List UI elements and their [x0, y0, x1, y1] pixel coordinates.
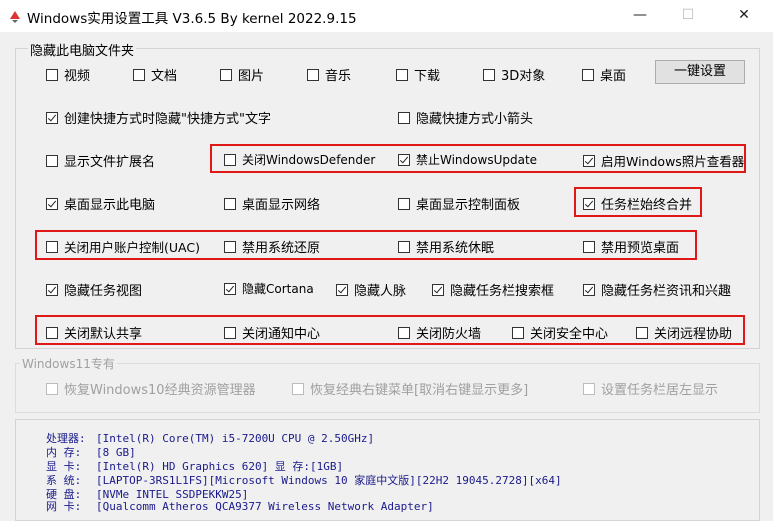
one-click-setup-button[interactable]: 一键设置: [655, 60, 745, 84]
hide-task-view-checkbox[interactable]: 隐藏任务视图: [46, 280, 142, 299]
disable-windows-update-checkbox[interactable]: 禁止WindowsUpdate: [398, 151, 537, 168]
close-button[interactable]: ✕: [720, 0, 768, 32]
checkbox-icon: [398, 197, 410, 210]
checkbox-icon: [46, 382, 58, 395]
checkbox-icon: [396, 68, 408, 81]
win11-group-title: Windows11专有: [20, 355, 117, 372]
checkbox-icon: [483, 68, 495, 81]
checkbox-icon: [46, 154, 58, 167]
checkbox-icon: [133, 68, 145, 81]
checkbox-icon: [582, 68, 594, 81]
disable-system-restore-checkbox[interactable]: 禁用系统还原: [224, 237, 320, 256]
checkbox-icon: [583, 240, 595, 253]
checkbox-checked-icon: [224, 282, 236, 295]
taskbar-always-combine-checkbox[interactable]: 任务栏始终合并: [583, 194, 692, 213]
folder-music-checkbox[interactable]: 音乐: [307, 65, 351, 84]
checkbox-checked-icon: [583, 283, 595, 296]
hide-folders-group-title: 隐藏此电脑文件夹: [28, 40, 137, 59]
disable-defender-checkbox[interactable]: 关闭WindowsDefender: [224, 151, 375, 168]
folder-desktop-checkbox[interactable]: 桌面: [582, 65, 626, 84]
folder-pictures-checkbox[interactable]: 图片: [220, 65, 264, 84]
restore-win10-explorer-checkbox: 恢复Windows10经典资源管理器: [46, 379, 256, 398]
enable-photo-viewer-checkbox[interactable]: 启用Windows照片查看器: [583, 151, 744, 170]
disable-remote-assistance-checkbox[interactable]: 关闭远程协助: [636, 323, 732, 342]
desktop-network-checkbox[interactable]: 桌面显示网络: [224, 194, 320, 213]
title-bar: Windows实用设置工具 V3.6.5 By kernel 2022.9.15…: [0, 0, 773, 32]
checkbox-icon: [46, 68, 58, 81]
checkbox-icon: [46, 326, 58, 339]
checkbox-checked-icon: [46, 283, 58, 296]
checkbox-checked-icon: [583, 154, 595, 167]
checkbox-checked-icon: [336, 283, 348, 296]
checkbox-icon: [224, 197, 236, 210]
checkbox-checked-icon: [398, 153, 410, 166]
checkbox-icon: [292, 382, 304, 395]
hide-cortana-checkbox[interactable]: 隐藏Cortana: [224, 280, 314, 297]
disable-default-share-checkbox[interactable]: 关闭默认共享: [46, 323, 142, 342]
checkbox-checked-icon: [46, 197, 58, 210]
hide-taskbar-search-checkbox[interactable]: 隐藏任务栏搜索框: [432, 280, 554, 299]
checkbox-icon: [307, 68, 319, 81]
checkbox-checked-icon: [432, 283, 444, 296]
desktop-this-pc-checkbox[interactable]: 桌面显示此电脑: [46, 194, 155, 213]
checkbox-checked-icon: [46, 111, 58, 124]
folder-downloads-checkbox[interactable]: 下载: [396, 65, 440, 84]
folder-3d-objects-checkbox[interactable]: 3D对象: [483, 65, 545, 84]
sysinfo-network: 网 卡: [Qualcomm Atheros QCA9377 Wireless N…: [46, 500, 434, 513]
folder-video-checkbox[interactable]: 视频: [46, 65, 90, 84]
hide-people-checkbox[interactable]: 隐藏人脉: [336, 280, 406, 299]
checkbox-icon: [220, 68, 232, 81]
checkbox-icon: [224, 153, 236, 166]
checkbox-icon: [398, 326, 410, 339]
window-title: Windows实用设置工具 V3.6.5 By kernel 2022.9.15: [27, 11, 357, 27]
checkbox-icon: [46, 240, 58, 253]
hide-shortcut-text-checkbox[interactable]: 创建快捷方式时隐藏"快捷方式"文字: [46, 108, 271, 127]
disable-peek-desktop-checkbox[interactable]: 禁用预览桌面: [583, 237, 679, 256]
disable-security-center-checkbox[interactable]: 关闭安全中心: [512, 323, 608, 342]
checkbox-icon: [224, 240, 236, 253]
disable-uac-checkbox[interactable]: 关闭用户账户控制(UAC): [46, 237, 200, 256]
checkbox-icon: [224, 326, 236, 339]
disable-firewall-checkbox[interactable]: 关闭防火墙: [398, 323, 481, 342]
show-file-extensions-checkbox[interactable]: 显示文件扩展名: [46, 151, 155, 170]
checkbox-icon: [636, 326, 648, 339]
maximize-button[interactable]: ☐: [664, 0, 712, 32]
disable-notification-center-checkbox[interactable]: 关闭通知中心: [224, 323, 320, 342]
checkbox-icon: [583, 382, 595, 395]
checkbox-checked-icon: [583, 197, 595, 210]
checkbox-icon: [398, 111, 410, 124]
hide-shortcut-arrow-checkbox[interactable]: 隐藏快捷方式小箭头: [398, 108, 533, 127]
hide-news-interests-checkbox[interactable]: 隐藏任务栏资讯和兴趣: [583, 280, 731, 299]
folder-documents-checkbox[interactable]: 文档: [133, 65, 177, 84]
disable-hibernate-checkbox[interactable]: 禁用系统休眠: [398, 237, 494, 256]
checkbox-icon: [512, 326, 524, 339]
restore-classic-context-menu-checkbox: 恢复经典右键菜单[取消右键显示更多]: [292, 379, 528, 398]
checkbox-icon: [398, 240, 410, 253]
desktop-control-panel-checkbox[interactable]: 桌面显示控制面板: [398, 194, 520, 213]
taskbar-left-align-checkbox: 设置任务栏居左显示: [583, 379, 718, 398]
app-icon: [10, 11, 20, 23]
minimize-button[interactable]: —: [616, 0, 664, 32]
